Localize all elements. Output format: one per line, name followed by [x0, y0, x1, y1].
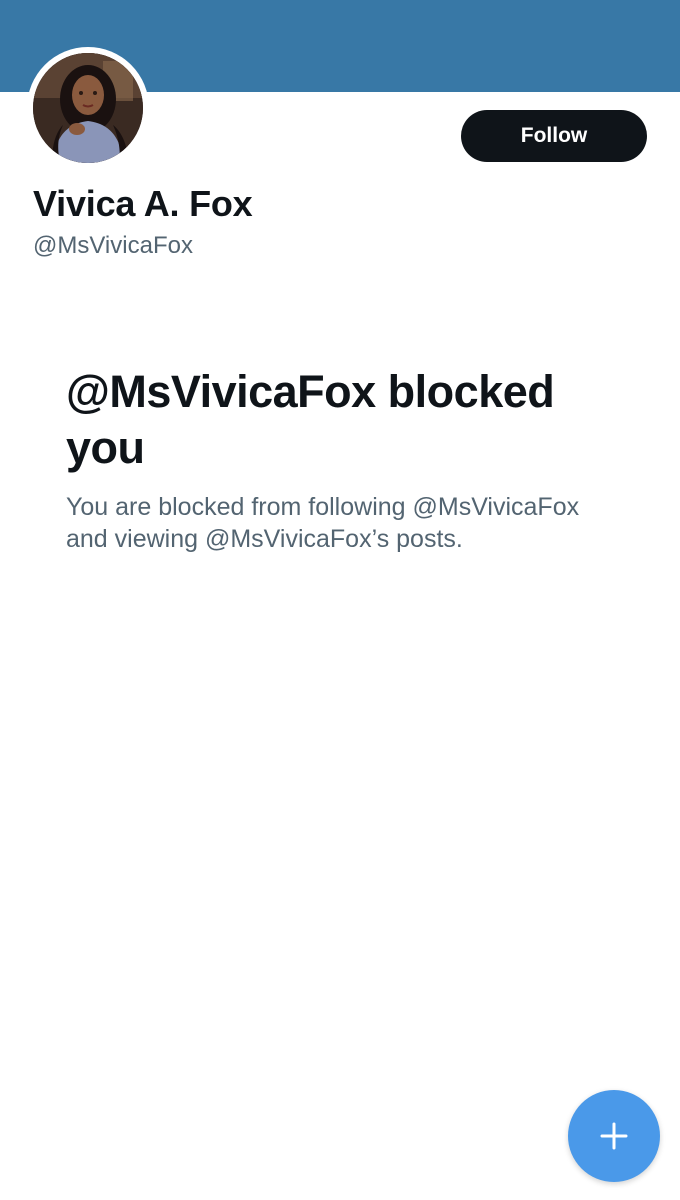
compose-button[interactable] [568, 1090, 660, 1182]
avatar-frame [27, 47, 149, 169]
avatar[interactable] [33, 53, 143, 163]
follow-button[interactable]: Follow [461, 110, 647, 162]
profile-photo-icon [33, 53, 143, 163]
profile-handle: @MsVivicaFox [33, 232, 193, 259]
plus-icon [600, 1122, 628, 1150]
blocked-description: You are blocked from following @MsVivica… [66, 493, 580, 553]
blocked-title: @MsVivicaFox blocked you [66, 366, 555, 473]
profile-display-name: Vivica A. Fox [33, 183, 253, 224]
